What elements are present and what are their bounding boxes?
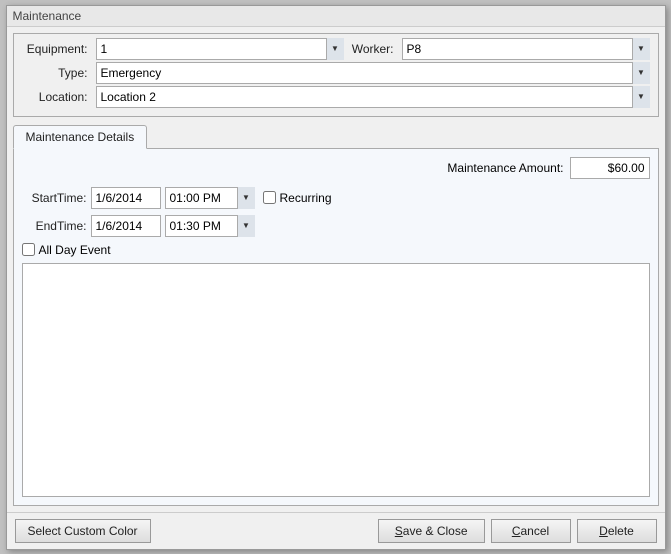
end-date-input[interactable] <box>91 215 161 237</box>
window-body: Equipment: 1 ▼ Worker: P8 ▼ Type: <box>7 27 665 512</box>
window-title-text: Maintenance <box>13 9 82 23</box>
cancel-button[interactable]: Cancel <box>491 519 571 543</box>
delete-label: Delete <box>599 524 634 538</box>
tab-header: Maintenance Details <box>13 125 659 149</box>
maintenance-amount-row: Maintenance Amount: <box>22 157 650 179</box>
worker-dropdown-wrapper: P8 ▼ <box>402 38 650 60</box>
all-day-label: All Day Event <box>39 243 111 257</box>
tab-content: Maintenance Amount: StartTime: 01:00 PM … <box>13 148 659 506</box>
endtime-label: EndTime: <box>22 219 87 233</box>
save-close-label: Save & Close <box>395 524 468 538</box>
window-footer: Select Custom Color Save & Close Cancel … <box>7 512 665 549</box>
cancel-label: Cancel <box>512 524 549 538</box>
start-time-dropdown-wrapper: 01:00 PM ▼ <box>165 187 255 209</box>
type-select[interactable]: Emergency <box>96 62 650 84</box>
tab-maintenance-details-label: Maintenance Details <box>26 130 135 144</box>
equipment-dropdown-wrapper: 1 ▼ <box>96 38 344 60</box>
tabs-section: Maintenance Details Maintenance Amount: … <box>13 125 659 506</box>
endtime-row: EndTime: 01:30 PM ▼ <box>22 215 650 237</box>
maintenance-window: Maintenance Equipment: 1 ▼ Worker: P8 <box>6 5 666 550</box>
location-select[interactable]: Location 2 <box>96 86 650 108</box>
type-dropdown-wrapper: Emergency ▼ <box>96 62 650 84</box>
equipment-label: Equipment: <box>22 42 92 56</box>
footer-buttons: Save & Close Cancel Delete <box>378 519 657 543</box>
window-title: Maintenance <box>7 6 665 27</box>
save-underline-s: S <box>395 524 403 538</box>
custom-color-button[interactable]: Select Custom Color <box>15 519 151 543</box>
recurring-checkbox[interactable] <box>263 191 276 204</box>
start-date-input[interactable] <box>91 187 161 209</box>
equipment-select[interactable]: 1 <box>96 38 344 60</box>
starttime-recurring-row: StartTime: 01:00 PM ▼ Recurring <box>22 187 650 209</box>
recurring-label: Recurring <box>280 191 332 205</box>
location-dropdown-wrapper: Location 2 ▼ <box>96 86 650 108</box>
tab-maintenance-details[interactable]: Maintenance Details <box>13 125 148 149</box>
location-label: Location: <box>22 90 92 104</box>
end-time-dropdown-wrapper: 01:30 PM ▼ <box>165 215 255 237</box>
save-close-button[interactable]: Save & Close <box>378 519 485 543</box>
location-row: Location: Location 2 ▼ <box>22 86 650 108</box>
equipment-worker-row: Equipment: 1 ▼ Worker: P8 ▼ <box>22 38 650 60</box>
custom-color-label: Select Custom Color <box>28 524 138 538</box>
type-label: Type: <box>22 66 92 80</box>
start-time-select[interactable]: 01:00 PM <box>165 187 255 209</box>
delete-underline-d: D <box>599 524 608 538</box>
all-day-row: All Day Event <box>22 243 650 257</box>
footer-left: Select Custom Color <box>15 519 372 543</box>
delete-button[interactable]: Delete <box>577 519 657 543</box>
all-day-checkbox[interactable] <box>22 243 35 256</box>
worker-select[interactable]: P8 <box>402 38 650 60</box>
starttime-row: StartTime: 01:00 PM ▼ <box>22 187 255 209</box>
recurring-section: Recurring <box>263 191 332 205</box>
maintenance-amount-input[interactable] <box>570 157 650 179</box>
cancel-underline-c: C <box>512 524 521 538</box>
type-row: Type: Emergency ▼ <box>22 62 650 84</box>
end-time-select[interactable]: 01:30 PM <box>165 215 255 237</box>
notes-textarea[interactable] <box>22 263 650 497</box>
worker-label: Worker: <box>348 42 398 56</box>
starttime-label: StartTime: <box>22 191 87 205</box>
top-fields-group: Equipment: 1 ▼ Worker: P8 ▼ Type: <box>13 33 659 117</box>
maintenance-amount-label: Maintenance Amount: <box>447 161 563 175</box>
